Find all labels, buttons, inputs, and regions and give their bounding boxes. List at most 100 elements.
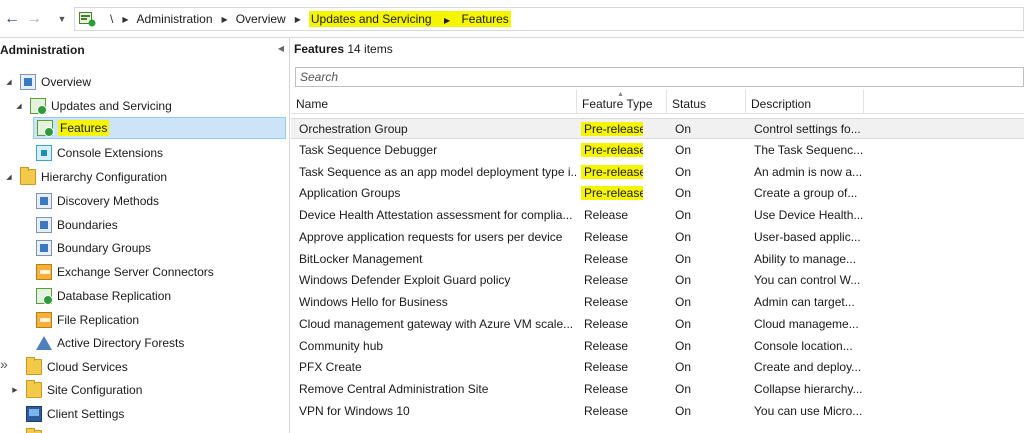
- table-row[interactable]: Community hub Release On Console location..…: [291, 336, 1024, 357]
- table-row[interactable]: Task Sequence as an app model deployment…: [291, 162, 1024, 183]
- console-home-icon[interactable]: [79, 11, 96, 27]
- breadcrumb-root[interactable]: \: [110, 12, 113, 26]
- tree-item-boundaries[interactable]: Boundaries: [36, 214, 118, 236]
- breadcrumb-overview[interactable]: Overview: [236, 12, 286, 26]
- table-row[interactable]: Task Sequence Debugger Pre-release On The T…: [291, 140, 1024, 161]
- tree-item-label: Cloud Services: [47, 360, 128, 374]
- forward-arrow-icon[interactable]: →: [24, 10, 44, 28]
- tree-item-site-configuration[interactable]: ▶ Site Configuration: [10, 379, 142, 401]
- column-header-description[interactable]: Description: [746, 90, 864, 114]
- tree-item-label: Discovery Methods: [57, 194, 160, 208]
- column-label: Name: [296, 97, 329, 111]
- tree-item-active-directory-forests[interactable]: Active Directory Forests: [36, 332, 184, 354]
- cell-status: On: [675, 186, 692, 201]
- collapsed-arrow-icon[interactable]: ▶: [10, 386, 20, 394]
- database-replication-icon: [36, 288, 53, 305]
- chevron-right-icon[interactable]: ▶: [222, 15, 228, 24]
- table-row[interactable]: Application Groups Pre-release On Create a …: [291, 183, 1024, 204]
- cell-feature-type: Pre-release: [581, 164, 643, 179]
- tree-item-hierarchy-configuration[interactable]: ◢ Hierarchy Configuration: [4, 166, 167, 188]
- exchange-icon: [36, 264, 52, 280]
- pane-title-label: Administration: [0, 43, 85, 57]
- column-label: Description: [751, 97, 812, 111]
- table-row[interactable]: BitLocker Management Release On Ability to …: [291, 249, 1024, 270]
- table-row[interactable]: Windows Defender Exploit Guard policy Rel…: [291, 270, 1024, 291]
- cell-name: VPN for Windows 10: [299, 403, 410, 418]
- folder-icon: [26, 380, 42, 398]
- back-arrow-icon[interactable]: ←: [2, 10, 22, 28]
- breadcrumb-administration[interactable]: Administration: [137, 12, 213, 26]
- cell-description: You can use Micro...: [754, 403, 863, 418]
- tree-item-label: Hierarchy Configuration: [41, 170, 168, 184]
- features-icon: [37, 120, 54, 137]
- cell-status: On: [675, 316, 692, 331]
- tree-item-file-replication[interactable]: File Replication: [36, 309, 139, 331]
- cell-description: Ability to manage...: [754, 251, 857, 266]
- table-row[interactable]: Device Health Attestation assessment for…: [291, 205, 1024, 226]
- tree-item-label: File Replication: [57, 313, 140, 327]
- breadcrumb-updates-and-servicing[interactable]: Updates and Servicing ▶ Features: [308, 11, 511, 27]
- column-header-status[interactable]: Status: [667, 90, 746, 114]
- expanded-arrow-icon[interactable]: ◢: [14, 102, 24, 110]
- tree-item-features[interactable]: Features: [33, 117, 286, 139]
- tree-item-label: Active Directory Forests: [57, 336, 185, 350]
- tree-item-label: Updates and Servicing: [51, 99, 172, 113]
- cell-status: On: [675, 273, 692, 288]
- cell-status: On: [675, 142, 692, 157]
- column-header-name[interactable]: Name: [291, 90, 577, 114]
- chevron-right-icon[interactable]: ▶: [295, 15, 301, 24]
- collapse-pane-icon[interactable]: ◀: [278, 44, 284, 53]
- table-row[interactable]: Remove Central Administration Site Releas…: [291, 379, 1024, 400]
- chevron-right-icon[interactable]: ▶: [122, 15, 128, 24]
- results-count: 14 items: [347, 42, 393, 56]
- tree-item-label: Boundaries: [57, 218, 118, 232]
- tree-item-overview[interactable]: ◢ Overview: [4, 71, 91, 93]
- console-extensions-icon: [36, 145, 52, 161]
- column-header-feature-type[interactable]: ▲ Feature Type: [577, 90, 667, 114]
- table-row[interactable]: VPN for Windows 10 Release On You can use M…: [291, 401, 1024, 422]
- cell-name: Task Sequence as an app model deployment…: [299, 164, 576, 179]
- table-row[interactable]: Approve application requests for users p…: [291, 227, 1024, 248]
- cell-name: Remove Central Administration Site: [299, 382, 489, 396]
- cell-feature-type: Pre-release: [581, 186, 643, 201]
- cell-description: Cloud manageme...: [754, 316, 859, 331]
- tree-item-cloud-services[interactable]: Cloud Services: [26, 356, 128, 378]
- cell-feature-type: Release: [584, 360, 629, 375]
- tree-item-exchange-server-connectors[interactable]: Exchange Server Connectors: [36, 261, 214, 283]
- cell-status: On: [675, 164, 692, 179]
- address-bar: ← → ▼ \ ▶ Administration ▶ Overview ▶ Up…: [0, 0, 1024, 38]
- cell-status: On: [675, 382, 692, 396]
- table-row[interactable]: Windows Hello for Business Release On Admin…: [291, 292, 1024, 313]
- expanded-arrow-icon[interactable]: ◢: [4, 78, 14, 86]
- cell-status: On: [675, 295, 692, 309]
- tree-item-client-settings[interactable]: Client Settings: [26, 403, 124, 425]
- tree-item-label: Overview: [41, 75, 92, 89]
- history-dropdown-icon[interactable]: ▼: [56, 10, 68, 28]
- tree-item-discovery-methods[interactable]: Discovery Methods: [36, 190, 159, 212]
- client-settings-icon: [26, 406, 42, 422]
- overview-icon: [20, 74, 36, 90]
- file-replication-icon: [36, 312, 52, 328]
- results-title: Features: [294, 42, 345, 56]
- table-row[interactable]: PFX Create Release On Create and deploy...: [291, 357, 1024, 378]
- expanded-arrow-icon[interactable]: ◢: [4, 173, 14, 181]
- breadcrumb[interactable]: \ ▶ Administration ▶ Overview ▶ Updates …: [74, 7, 1024, 31]
- tree-item-updates-and-servicing[interactable]: ◢ Updates and Servicing: [14, 95, 172, 117]
- cell-feature-type: Release: [584, 338, 629, 353]
- chevron-right-icon[interactable]: ▶: [444, 16, 450, 25]
- table-row[interactable]: Orchestration Group Pre-release On Control …: [291, 118, 1024, 139]
- cell-description: Create and deploy...: [754, 360, 862, 375]
- cell-feature-type: Release: [584, 295, 629, 309]
- discovery-icon: [36, 193, 52, 209]
- cell-description: Collapse hierarchy...: [754, 382, 863, 396]
- cell-name: Community hub: [299, 338, 384, 353]
- tree-item-database-replication[interactable]: Database Replication: [36, 285, 171, 307]
- cell-description: User-based applic...: [754, 229, 861, 244]
- tree-item-console-extensions[interactable]: Console Extensions: [36, 142, 163, 164]
- table-row[interactable]: Cloud management gateway with Azure VM s…: [291, 314, 1024, 335]
- tree-item-boundary-groups[interactable]: Boundary Groups: [36, 237, 151, 259]
- search-input[interactable]: Search: [295, 67, 1024, 87]
- cell-name: Approve application requests for users p…: [299, 229, 563, 244]
- sort-ascending-icon: ▲: [617, 91, 624, 98]
- double-chevron-icon[interactable]: »: [0, 356, 8, 372]
